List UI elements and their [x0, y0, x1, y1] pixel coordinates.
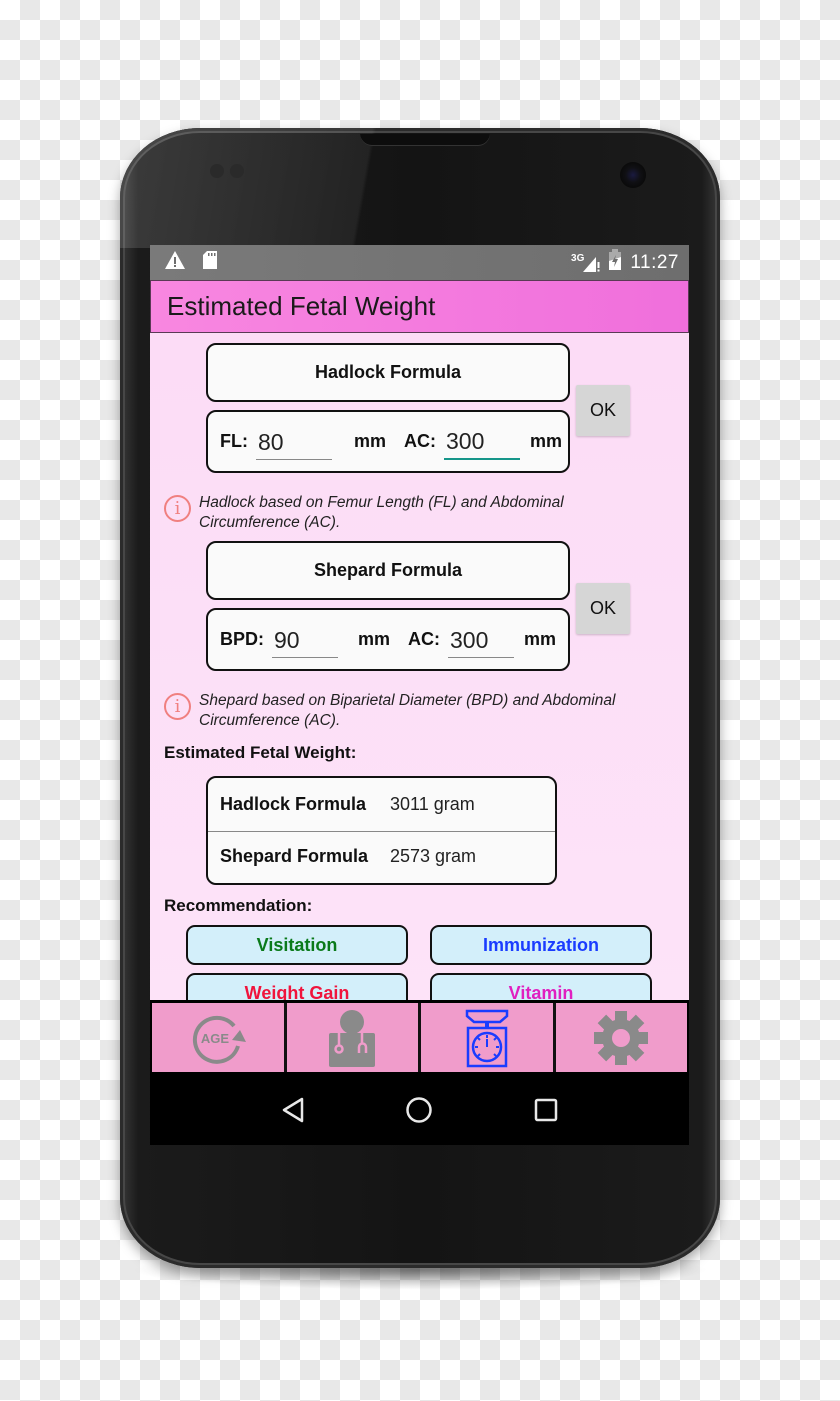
status-time: 11:27	[630, 251, 679, 273]
battery-charging-icon	[608, 249, 622, 276]
hadlock-ac-unit: mm	[530, 431, 563, 451]
shepard-ac-label: AC:	[408, 629, 441, 649]
results-table: Hadlock Formula 3011 gram Shepard Formul…	[206, 776, 557, 885]
hadlock-info: i Hadlock based on Femur Length (FL) and…	[164, 493, 614, 533]
fl-unit: mm	[353, 431, 386, 451]
hadlock-input-box: FL: 80 mm AC: 300 mm	[206, 410, 570, 473]
doctor-icon	[329, 1009, 376, 1067]
recents-button[interactable]	[526, 1090, 566, 1130]
shepard-info: i Shepard based on Biparietal Diameter (…	[164, 691, 654, 731]
recommendation-heading: Recommendation:	[164, 896, 313, 915]
shepard-formula-title: Shepard Formula	[313, 560, 463, 580]
home-button[interactable]	[399, 1090, 439, 1130]
system-nav-bar	[150, 1075, 689, 1145]
results-heading: Estimated Fetal Weight:	[164, 743, 357, 762]
result-name: Shepard Formula	[220, 846, 369, 867]
back-button[interactable]	[273, 1090, 313, 1130]
result-value: 3011 gram	[390, 793, 475, 814]
fl-label: FL:	[220, 431, 248, 451]
age-icon: AGE	[192, 1015, 246, 1064]
vitamin-button[interactable]: Vitamin	[430, 973, 652, 1000]
result-row-shepard: Shepard Formula 2573 gram	[208, 831, 555, 884]
scale-icon	[465, 1009, 508, 1067]
nav-tab-doctor[interactable]	[286, 1003, 421, 1072]
front-camera	[620, 162, 646, 188]
earpiece-speaker	[360, 134, 490, 146]
shepard-info-text: Shepard based on Biparietal Diameter (BP…	[199, 692, 616, 729]
visitation-button[interactable]: Visitation	[186, 925, 408, 965]
recents-icon	[534, 1098, 558, 1122]
light-sensor	[230, 164, 244, 178]
shepard-ok-button[interactable]: OK	[576, 583, 630, 634]
status-bar: 3G 11:27	[150, 245, 689, 280]
home-icon	[406, 1097, 433, 1123]
age-icon-label: AGE	[201, 1031, 230, 1046]
hadlock-info-text: Hadlock based on Femur Length (FL) and A…	[199, 494, 564, 531]
immunization-button[interactable]: Immunization	[430, 925, 652, 965]
result-row-hadlock: Hadlock Formula 3011 gram	[208, 778, 555, 831]
nav-tab-weight[interactable]	[421, 1003, 556, 1072]
bpd-unit: mm	[358, 629, 391, 649]
result-value: 2573 gram	[390, 846, 477, 867]
info-icon: i	[164, 693, 191, 720]
shepard-ac-unit: mm	[524, 629, 557, 649]
warning-icon	[164, 250, 186, 275]
shepard-ac-input[interactable]: 300	[448, 622, 515, 658]
page-title: Estimated Fetal Weight	[167, 291, 436, 321]
weight-gain-button[interactable]: Weight Gain	[186, 973, 408, 1000]
hadlock-formula-header[interactable]: Hadlock Formula	[206, 343, 570, 402]
shepard-formula-header[interactable]: Shepard Formula	[206, 541, 570, 600]
nav-tab-age[interactable]: AGE	[152, 1003, 287, 1072]
gear-icon	[594, 1010, 649, 1065]
phone-screen: 3G 11:27 Estimated Fetal Weight Hadlock …	[150, 245, 689, 1145]
result-name: Hadlock Formula	[220, 793, 367, 814]
sd-card-icon	[202, 250, 218, 275]
proximity-sensor	[210, 164, 224, 178]
nav-tab-settings[interactable]	[555, 1003, 687, 1072]
back-icon	[282, 1097, 304, 1123]
results-divider	[208, 830, 555, 832]
hadlock-ac-input[interactable]: 300	[444, 424, 520, 460]
bpd-input[interactable]: 90	[272, 622, 338, 658]
info-icon: i	[164, 495, 191, 522]
hadlock-formula-title: Hadlock Formula	[314, 362, 462, 382]
bpd-label: BPD:	[220, 629, 264, 649]
hadlock-ac-label: AC:	[404, 431, 436, 451]
signal-icon: 3G	[571, 253, 600, 273]
content-area[interactable]: Hadlock Formula FL: 80 mm AC: 300 mm OK …	[150, 333, 689, 1000]
app-bar: Estimated Fetal Weight	[150, 280, 689, 333]
shepard-input-box: BPD: 90 mm AC: 300 mm	[206, 608, 570, 671]
hadlock-ok-button[interactable]: OK	[576, 385, 630, 436]
phone-glare	[120, 128, 460, 248]
fl-input[interactable]: 80	[255, 424, 332, 460]
bottom-nav: AGE	[150, 1000, 689, 1075]
